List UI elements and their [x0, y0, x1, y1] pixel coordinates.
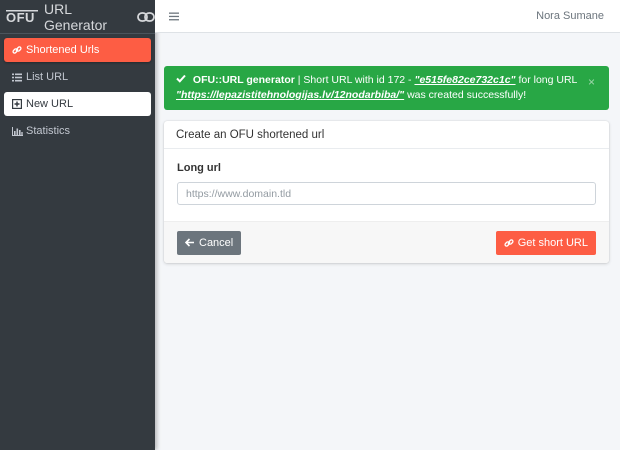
ofu-logo: OFU [6, 9, 39, 25]
get-short-url-button[interactable]: Get short URL [495, 230, 596, 255]
hamburger-menu-icon[interactable] [169, 9, 179, 24]
card-footer: Cancel Get short URL [164, 221, 609, 263]
cancel-label: Cancel [199, 236, 234, 249]
check-icon [176, 74, 189, 86]
alert-text: was created successfully! [404, 89, 527, 101]
sidebar-item-statistics[interactable]: Statistics [4, 119, 151, 143]
card-title: Create an OFU shortened url [164, 121, 609, 149]
plus-square-icon [11, 99, 23, 109]
create-url-card: Create an OFU shortened url Long url Can… [164, 121, 609, 263]
sidebar-item-label: Shortened Urls [26, 44, 100, 56]
sidebar-item-label: Statistics [26, 125, 71, 137]
svg-text:OFU: OFU [6, 10, 35, 25]
link-icon [504, 238, 514, 248]
alert-text: for long URL [515, 74, 578, 86]
long-url-input[interactable] [177, 182, 596, 205]
card-body: Long url [164, 149, 609, 221]
success-alert: OFU::URL generator | Short URL with id 1… [164, 66, 609, 110]
sidebar-item-label: New URL [26, 98, 74, 110]
link-icon [11, 45, 23, 55]
submit-label: Get short URL [517, 236, 588, 249]
main-content: OFU::URL generator | Short URL with id 1… [164, 66, 609, 263]
close-icon[interactable]: × [588, 75, 595, 90]
brand-title: URL Generator [44, 0, 108, 33]
sidebar-item-shortened-urls[interactable]: Shortened Urls [4, 38, 151, 62]
arrow-left-icon [185, 238, 195, 247]
alert-text: | Short URL with id 172 - [294, 74, 415, 86]
topbar: Nora Sumane [155, 0, 620, 33]
sidebar-item-list-url[interactable]: List URL [4, 65, 151, 89]
user-menu[interactable]: Nora Sumane [536, 10, 604, 22]
list-icon [11, 73, 23, 82]
sidebar-item-label: List URL [26, 71, 69, 83]
brand[interactable]: OFU URL Generator [0, 0, 155, 34]
long-url-label: Long url [177, 162, 221, 174]
sidebar-nav: Shortened Urls List URL New URL Statisti… [0, 34, 155, 150]
cancel-button[interactable]: Cancel [177, 230, 242, 255]
alert-prefix: OFU::URL generator [192, 74, 295, 86]
bar-chart-icon [11, 126, 23, 136]
long-url-link[interactable]: "https://lepazistitehnologijas.lv/12noda… [176, 89, 404, 101]
chain-link-icon [137, 10, 155, 24]
sidebar: OFU URL Generator Shortened Urls List UR… [0, 0, 155, 450]
sidebar-item-new-url[interactable]: New URL [4, 92, 151, 116]
short-url-id-link[interactable]: "e515fe82ce732c1c" [414, 74, 515, 86]
